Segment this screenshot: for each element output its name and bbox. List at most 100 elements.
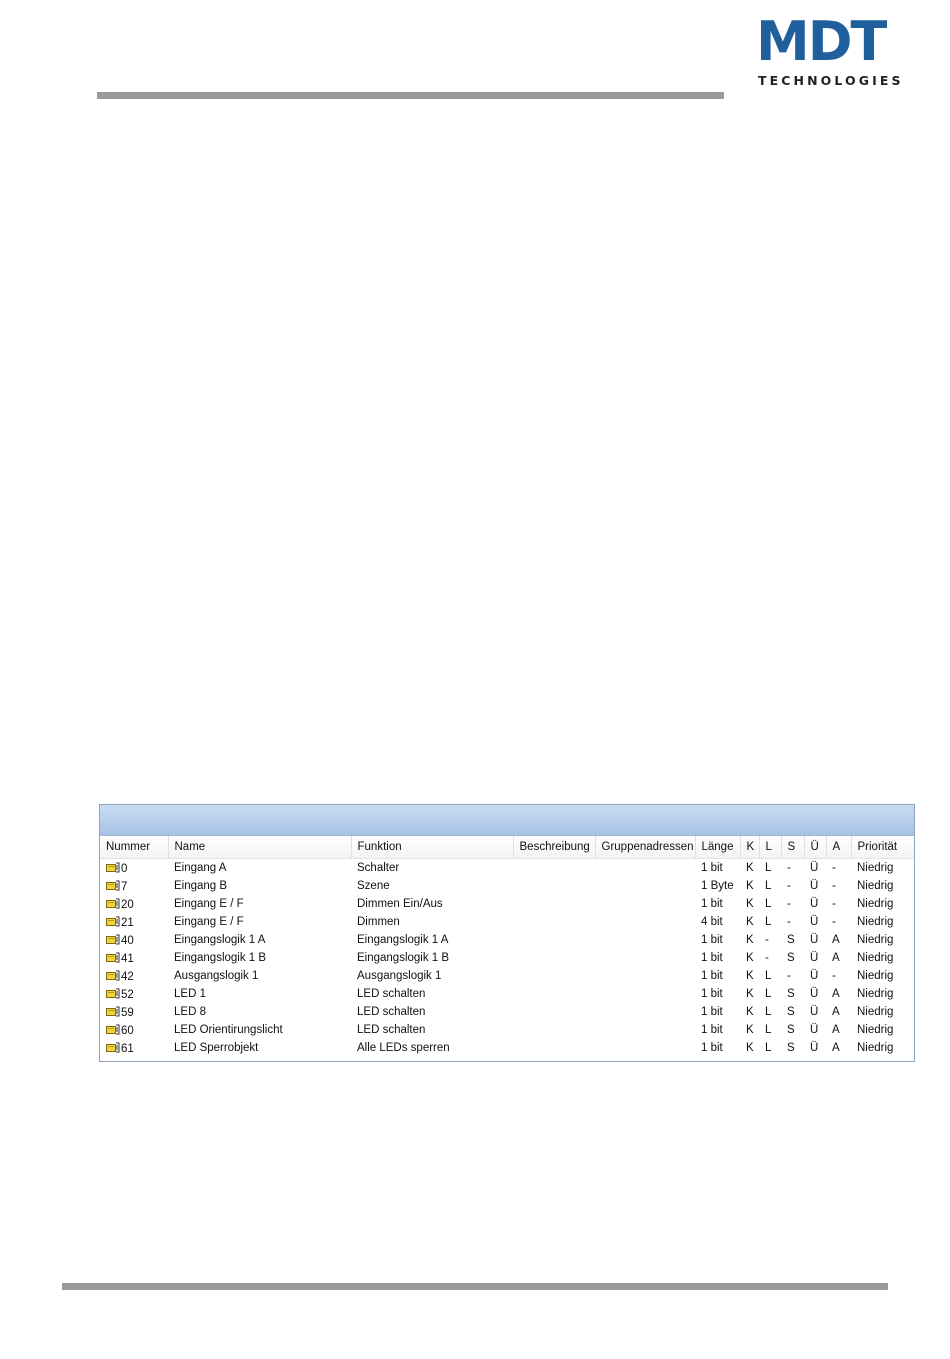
cell-prioritaet: Niedrig — [857, 898, 894, 910]
column-header[interactable]: A — [826, 836, 852, 859]
cell-a: - — [832, 916, 836, 928]
cell-a: - — [832, 862, 836, 874]
cell-k: K — [746, 916, 754, 928]
cell-s: S — [787, 952, 795, 964]
cell-prioritaet: Niedrig — [857, 1042, 894, 1054]
cell-beschreibung — [513, 859, 595, 878]
communication-object-icon — [106, 898, 120, 909]
cell-u: Ü — [810, 1006, 819, 1018]
cell-laenge: 1 bit — [701, 898, 723, 910]
cell-beschreibung — [513, 913, 595, 931]
table-row[interactable]: 59 LED 8 LED schalten 1 bit K L S Ü A Niedrig — [100, 1003, 914, 1021]
cell-u: Ü — [810, 862, 819, 874]
cell-s: - — [787, 898, 791, 910]
cell-name: Eingangslogik 1 A — [174, 934, 266, 946]
cell-name: Eingang E / F — [174, 898, 244, 910]
column-header[interactable]: Name — [168, 836, 352, 859]
cell-beschreibung — [513, 895, 595, 913]
logo-wordmark: MDT — [756, 10, 887, 73]
cell-l: L — [765, 1042, 772, 1054]
cell-name: LED Orientirungslicht — [174, 1024, 283, 1036]
column-header[interactable]: Gruppenadressen — [595, 836, 696, 859]
cell-funktion: Eingangslogik 1 B — [357, 952, 450, 964]
cell-u: Ü — [810, 1042, 819, 1054]
cell-u: Ü — [810, 916, 819, 928]
table-row[interactable]: 52 LED 1 LED schalten 1 bit K L S Ü A Niedrig — [100, 985, 914, 1003]
object-number: 21 — [121, 916, 134, 929]
cell-k: K — [746, 1006, 754, 1018]
cell-nummer: 59 — [100, 1003, 168, 1021]
cell-nummer: 21 — [100, 913, 168, 931]
mdt-logo: MDT TECHNOLOGIES — [756, 12, 901, 92]
cell-funktion: Ausgangslogik 1 — [357, 970, 442, 982]
object-number: 42 — [121, 970, 134, 983]
cell-beschreibung — [513, 949, 595, 967]
cell-funktion: Alle LEDs sperren — [357, 1042, 450, 1054]
table-row[interactable]: 60 LED Orientirungslicht LED schalten 1 bit… — [100, 1021, 914, 1039]
cell-name: LED 1 — [174, 988, 206, 1000]
cell-u: Ü — [810, 1024, 819, 1036]
communication-object-icon — [106, 934, 120, 945]
table-row[interactable]: 42 Ausgangslogik 1 Ausgangslogik 1 1 bit K L -… — [100, 967, 914, 985]
column-header[interactable]: S — [781, 836, 805, 859]
cell-u: Ü — [810, 988, 819, 1000]
object-number: 52 — [121, 988, 134, 1001]
cell-a: - — [832, 898, 836, 910]
column-header[interactable]: Beschreibung — [513, 836, 596, 859]
object-number: 60 — [121, 1024, 134, 1037]
cell-nummer: 60 — [100, 1021, 168, 1039]
cell-a: A — [832, 934, 840, 946]
cell-name: LED Sperrobjekt — [174, 1042, 259, 1054]
cell-gruppenadressen — [595, 985, 695, 1003]
cell-gruppenadressen — [595, 1003, 695, 1021]
cell-beschreibung — [513, 1021, 595, 1039]
cell-u: Ü — [810, 952, 819, 964]
cell-prioritaet: Niedrig — [857, 880, 894, 892]
column-header[interactable]: Priorität — [851, 836, 914, 859]
cell-beschreibung — [513, 1003, 595, 1021]
communication-object-icon — [106, 1006, 120, 1017]
cell-funktion: Dimmen — [357, 916, 400, 928]
column-header[interactable]: Ü — [804, 836, 827, 859]
communication-object-icon — [106, 916, 120, 927]
table-row[interactable]: 61 LED Sperrobjekt Alle LEDs sperren 1 bit K… — [100, 1039, 914, 1057]
panel-title-bar — [100, 805, 914, 836]
table-row[interactable]: 41 Eingangslogik 1 B Eingangslogik 1 B 1 bi… — [100, 949, 914, 967]
table-row[interactable]: 20 Eingang E / F Dimmen Ein/Aus 1 bit K L - Ü - N… — [100, 895, 914, 913]
cell-prioritaet: Niedrig — [857, 916, 894, 928]
cell-prioritaet: Niedrig — [857, 952, 894, 964]
cell-name: Eingang A — [174, 862, 227, 874]
cell-k: K — [746, 988, 754, 1000]
cell-laenge: 1 bit — [701, 952, 723, 964]
cell-s: - — [787, 880, 791, 892]
table-row[interactable]: 7 Eingang B Szene 1 Byte K L - Ü - Niedrig — [100, 877, 914, 895]
cell-k: K — [746, 862, 754, 874]
table-row[interactable]: 0 Eingang A Schalter 1 bit K L - Ü - Niedrig — [100, 859, 914, 878]
cell-l: L — [765, 880, 772, 892]
column-header[interactable]: K — [740, 836, 760, 859]
cell-beschreibung — [513, 877, 595, 895]
column-header[interactable]: Funktion — [351, 836, 514, 859]
cell-beschreibung — [513, 931, 595, 949]
object-number: 7 — [121, 880, 128, 893]
object-number: 40 — [121, 934, 134, 947]
cell-funktion: LED schalten — [357, 1006, 426, 1018]
column-header[interactable]: Nummer — [100, 836, 169, 859]
cell-nummer: 40 — [100, 931, 168, 949]
column-header[interactable]: L — [759, 836, 782, 859]
cell-gruppenadressen — [595, 1021, 695, 1039]
table-row[interactable]: 21 Eingang E / F Dimmen 4 bit K L - Ü - Niedrig — [100, 913, 914, 931]
cell-s: S — [787, 1042, 795, 1054]
cell-u: Ü — [810, 898, 819, 910]
cell-s: - — [787, 970, 791, 982]
cell-l: L — [765, 1024, 772, 1036]
cell-laenge: 1 bit — [701, 1042, 723, 1054]
column-header[interactable]: Länge — [695, 836, 741, 859]
object-number: 61 — [121, 1042, 134, 1055]
cell-name: Eingang B — [174, 880, 228, 892]
cell-gruppenadressen — [595, 931, 695, 949]
cell-laenge: 1 bit — [701, 1024, 723, 1036]
table-row[interactable]: 40 Eingangslogik 1 A Eingangslogik 1 A 1 bi… — [100, 931, 914, 949]
cell-beschreibung — [513, 1039, 595, 1057]
cell-gruppenadressen — [595, 1039, 695, 1057]
